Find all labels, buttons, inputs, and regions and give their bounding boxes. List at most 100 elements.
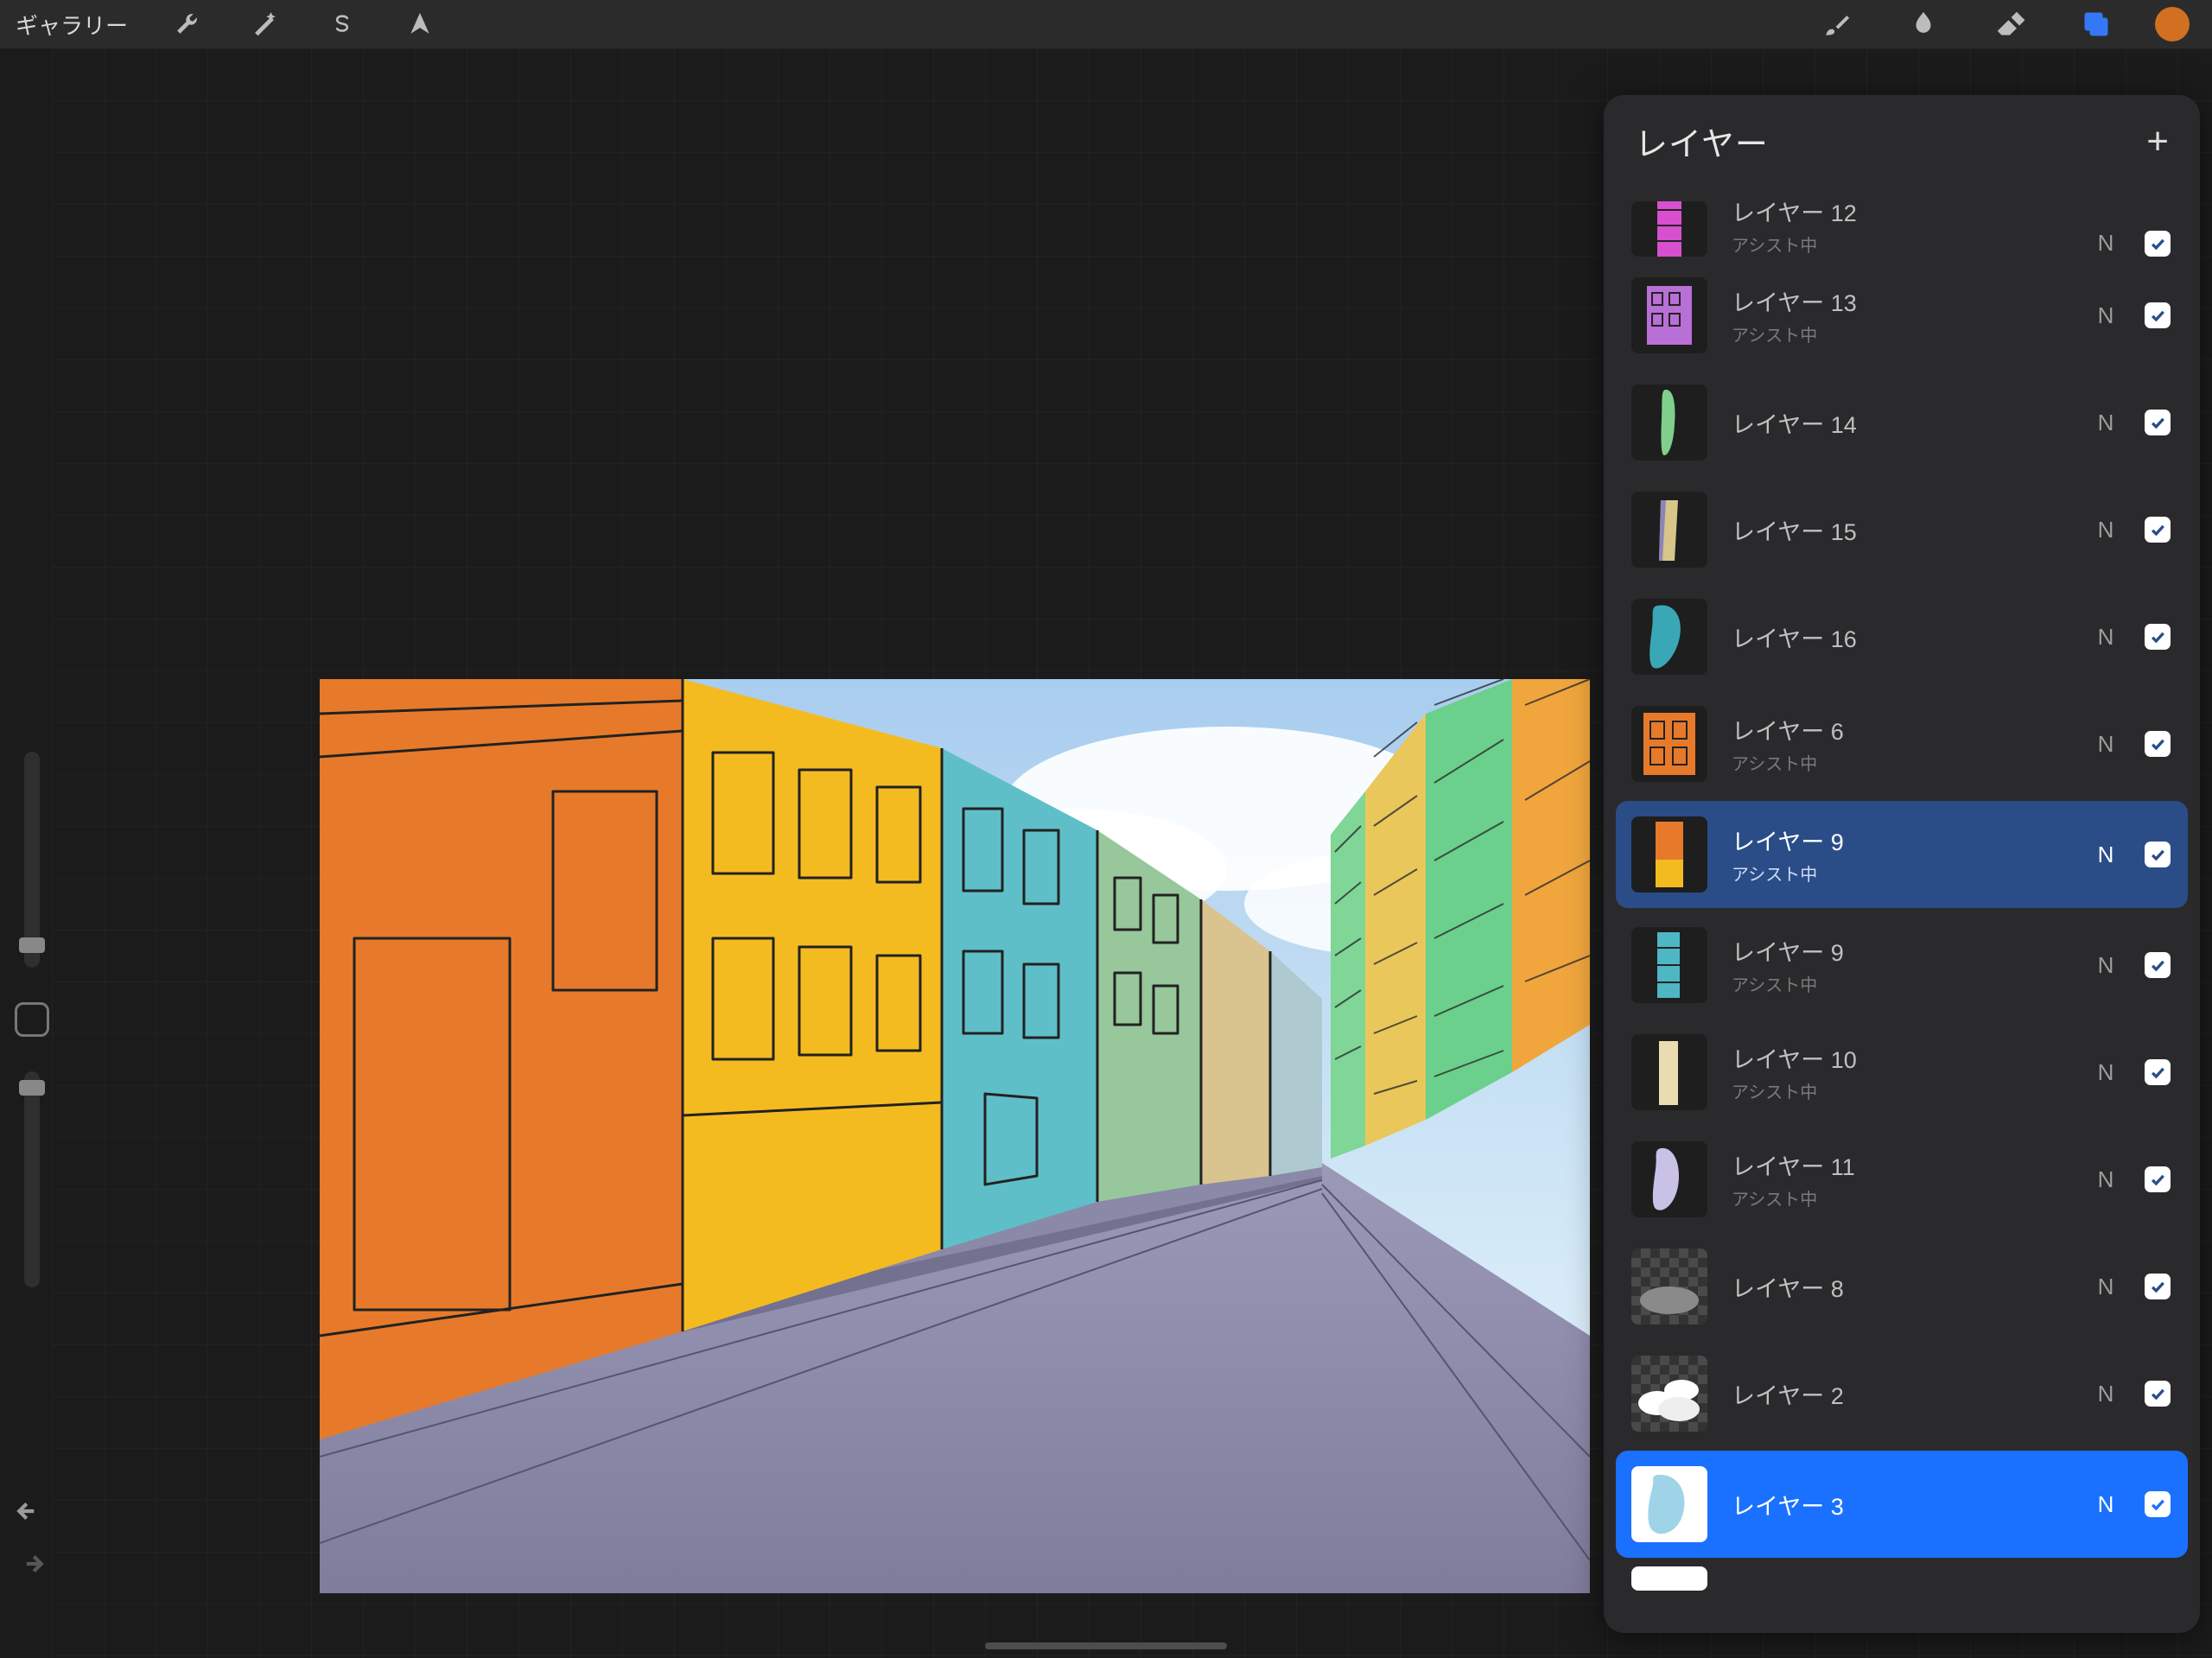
layer-name-label: レイヤー 3 bbox=[1732, 1488, 2067, 1521]
layer-visibility-checkbox[interactable] bbox=[2145, 1491, 2171, 1517]
layer-row[interactable]: レイヤー 9 アシスト中 N bbox=[1616, 912, 2188, 1019]
layer-name-label: レイヤー 12 bbox=[1732, 194, 2067, 228]
layer-visibility-checkbox[interactable] bbox=[2145, 410, 2171, 435]
layer-assist-label: アシスト中 bbox=[1732, 750, 2067, 775]
layer-thumbnail[interactable] bbox=[1631, 927, 1707, 1003]
layer-visibility-checkbox[interactable] bbox=[2145, 952, 2171, 978]
layer-row[interactable]: レイヤー 13 アシスト中 N bbox=[1616, 262, 2188, 369]
layer-row[interactable]: レイヤー 16N bbox=[1616, 583, 2188, 690]
layer-blend-mode[interactable]: N bbox=[2091, 302, 2120, 329]
layer-name-label: レイヤー 8 bbox=[1732, 1270, 2067, 1304]
home-indicator bbox=[985, 1642, 1227, 1649]
layer-blend-mode[interactable]: N bbox=[2091, 517, 2120, 543]
redo-button[interactable] bbox=[16, 1552, 45, 1580]
layer-visibility-checkbox[interactable] bbox=[2145, 1274, 2171, 1299]
layer-text: レイヤー 3 bbox=[1732, 1488, 2067, 1521]
layer-text: レイヤー 10アシスト中 bbox=[1732, 1041, 2067, 1103]
layers-list[interactable]: レイヤー 12アシスト中Nレイヤー 13アシスト中Nレイヤー 14Nレイヤー 1… bbox=[1604, 184, 2200, 1633]
layer-thumbnail[interactable] bbox=[1631, 277, 1707, 353]
layer-thumbnail[interactable] bbox=[1631, 384, 1707, 461]
layer-blend-mode[interactable]: N bbox=[2091, 731, 2120, 758]
layer-blend-mode[interactable]: N bbox=[2091, 842, 2120, 868]
layer-visibility-checkbox[interactable] bbox=[2145, 842, 2171, 867]
layer-blend-mode[interactable]: N bbox=[2091, 952, 2120, 979]
layer-name-label: レイヤー 11 bbox=[1732, 1148, 2067, 1182]
layer-row[interactable]: レイヤー 8 N bbox=[1616, 1233, 2188, 1340]
gallery-button[interactable]: ギャラリー bbox=[16, 9, 128, 41]
modify-button[interactable] bbox=[15, 1002, 49, 1037]
layer-thumbnail[interactable] bbox=[1631, 1356, 1707, 1432]
layer-visibility-checkbox[interactable] bbox=[2145, 1166, 2171, 1192]
layer-thumbnail[interactable] bbox=[1631, 1141, 1707, 1217]
layer-text: レイヤー 2 bbox=[1732, 1377, 2067, 1411]
selection-s-icon[interactable] bbox=[316, 0, 368, 48]
actions-wrench-icon[interactable] bbox=[161, 0, 213, 48]
layer-row[interactable]: レイヤー 10アシスト中 N bbox=[1616, 1019, 2188, 1126]
layer-assist-label: アシスト中 bbox=[1732, 321, 2067, 346]
layer-thumbnail[interactable] bbox=[1631, 706, 1707, 782]
layer-blend-mode[interactable]: N bbox=[2091, 1274, 2120, 1300]
layer-row[interactable]: レイヤー 2 N bbox=[1616, 1340, 2188, 1447]
layer-thumbnail[interactable] bbox=[1631, 201, 1707, 257]
layer-blend-mode[interactable]: N bbox=[2091, 1059, 2120, 1086]
layer-blend-mode[interactable]: N bbox=[2091, 230, 2120, 257]
layers-panel: レイヤー + レイヤー 12アシスト中Nレイヤー 13アシスト中Nレイヤー 14… bbox=[1604, 95, 2200, 1633]
layer-thumbnail[interactable] bbox=[1631, 492, 1707, 568]
active-color-swatch[interactable] bbox=[2155, 7, 2190, 41]
brush-opacity-knob[interactable] bbox=[19, 1080, 45, 1096]
layer-thumbnail[interactable] bbox=[1631, 1466, 1707, 1542]
layer-assist-label: アシスト中 bbox=[1732, 1185, 2067, 1210]
layer-blend-mode[interactable]: N bbox=[2091, 1381, 2120, 1407]
brush-tool-icon[interactable] bbox=[1802, 0, 1872, 48]
layer-visibility-checkbox[interactable] bbox=[2145, 517, 2171, 543]
layer-blend-mode[interactable]: N bbox=[2091, 1166, 2120, 1193]
layer-visibility-checkbox[interactable] bbox=[2145, 302, 2171, 328]
layer-thumbnail[interactable] bbox=[1631, 599, 1707, 675]
layer-assist-label: アシスト中 bbox=[1732, 1078, 2067, 1103]
layer-row[interactable]: レイヤー 9アシスト中 N bbox=[1616, 801, 2188, 908]
layer-visibility-checkbox[interactable] bbox=[2145, 1381, 2171, 1407]
layer-thumbnail[interactable] bbox=[1631, 1034, 1707, 1110]
layer-visibility-checkbox[interactable] bbox=[2145, 1059, 2171, 1085]
layer-blend-mode[interactable]: N bbox=[2091, 1491, 2120, 1518]
layer-visibility-checkbox[interactable] bbox=[2145, 231, 2171, 257]
undo-redo-group bbox=[16, 1499, 45, 1580]
layer-row[interactable]: レイヤー 11 アシスト中 N bbox=[1616, 1126, 2188, 1233]
layer-text: レイヤー 12 アシスト中 bbox=[1732, 194, 2067, 257]
layer-row[interactable] bbox=[1616, 1561, 2188, 1596]
layer-name-label: レイヤー 13 bbox=[1732, 284, 2067, 318]
layer-name-label: レイヤー 2 bbox=[1732, 1377, 2067, 1411]
layer-assist-label: アシスト中 bbox=[1732, 232, 2067, 257]
layer-row[interactable]: レイヤー 6 アシスト中 N bbox=[1616, 690, 2188, 797]
eraser-tool-icon[interactable] bbox=[1975, 0, 2044, 48]
smudge-tool-icon[interactable] bbox=[1889, 0, 1958, 48]
layer-thumbnail[interactable] bbox=[1631, 1566, 1707, 1591]
layers-panel-icon[interactable] bbox=[2062, 0, 2131, 48]
layer-row[interactable]: レイヤー 3 N bbox=[1616, 1451, 2188, 1558]
layer-text: レイヤー 8 bbox=[1732, 1270, 2067, 1304]
layer-text: レイヤー 13 アシスト中 bbox=[1732, 284, 2067, 346]
layer-thumbnail[interactable] bbox=[1631, 1248, 1707, 1324]
brush-size-slider[interactable] bbox=[24, 752, 40, 968]
layer-assist-label: アシスト中 bbox=[1732, 971, 2067, 996]
layer-assist-label: アシスト中 bbox=[1732, 861, 2067, 886]
layer-visibility-checkbox[interactable] bbox=[2145, 624, 2171, 650]
layer-visibility-checkbox[interactable] bbox=[2145, 731, 2171, 757]
layer-text: レイヤー 9アシスト中 bbox=[1732, 823, 2067, 886]
undo-button[interactable] bbox=[16, 1499, 45, 1528]
layer-row[interactable]: レイヤー 12 アシスト中 N bbox=[1616, 184, 2188, 262]
transform-arrow-icon[interactable] bbox=[394, 0, 446, 48]
layer-blend-mode[interactable]: N bbox=[2091, 410, 2120, 436]
layer-row[interactable]: レイヤー 15N bbox=[1616, 476, 2188, 583]
brush-size-knob[interactable] bbox=[19, 937, 45, 953]
add-layer-button[interactable]: + bbox=[2146, 123, 2169, 161]
layers-panel-header: レイヤー + bbox=[1604, 95, 2200, 184]
layer-name-label: レイヤー 9 bbox=[1732, 934, 2067, 968]
adjustments-wand-icon[interactable] bbox=[238, 0, 290, 48]
artwork-canvas[interactable] bbox=[320, 679, 1590, 1593]
layer-name-label: レイヤー 6 bbox=[1732, 713, 2067, 746]
layer-thumbnail[interactable] bbox=[1631, 816, 1707, 893]
layer-blend-mode[interactable]: N bbox=[2091, 624, 2120, 651]
layer-row[interactable]: レイヤー 14N bbox=[1616, 369, 2188, 476]
brush-opacity-slider[interactable] bbox=[24, 1071, 40, 1287]
